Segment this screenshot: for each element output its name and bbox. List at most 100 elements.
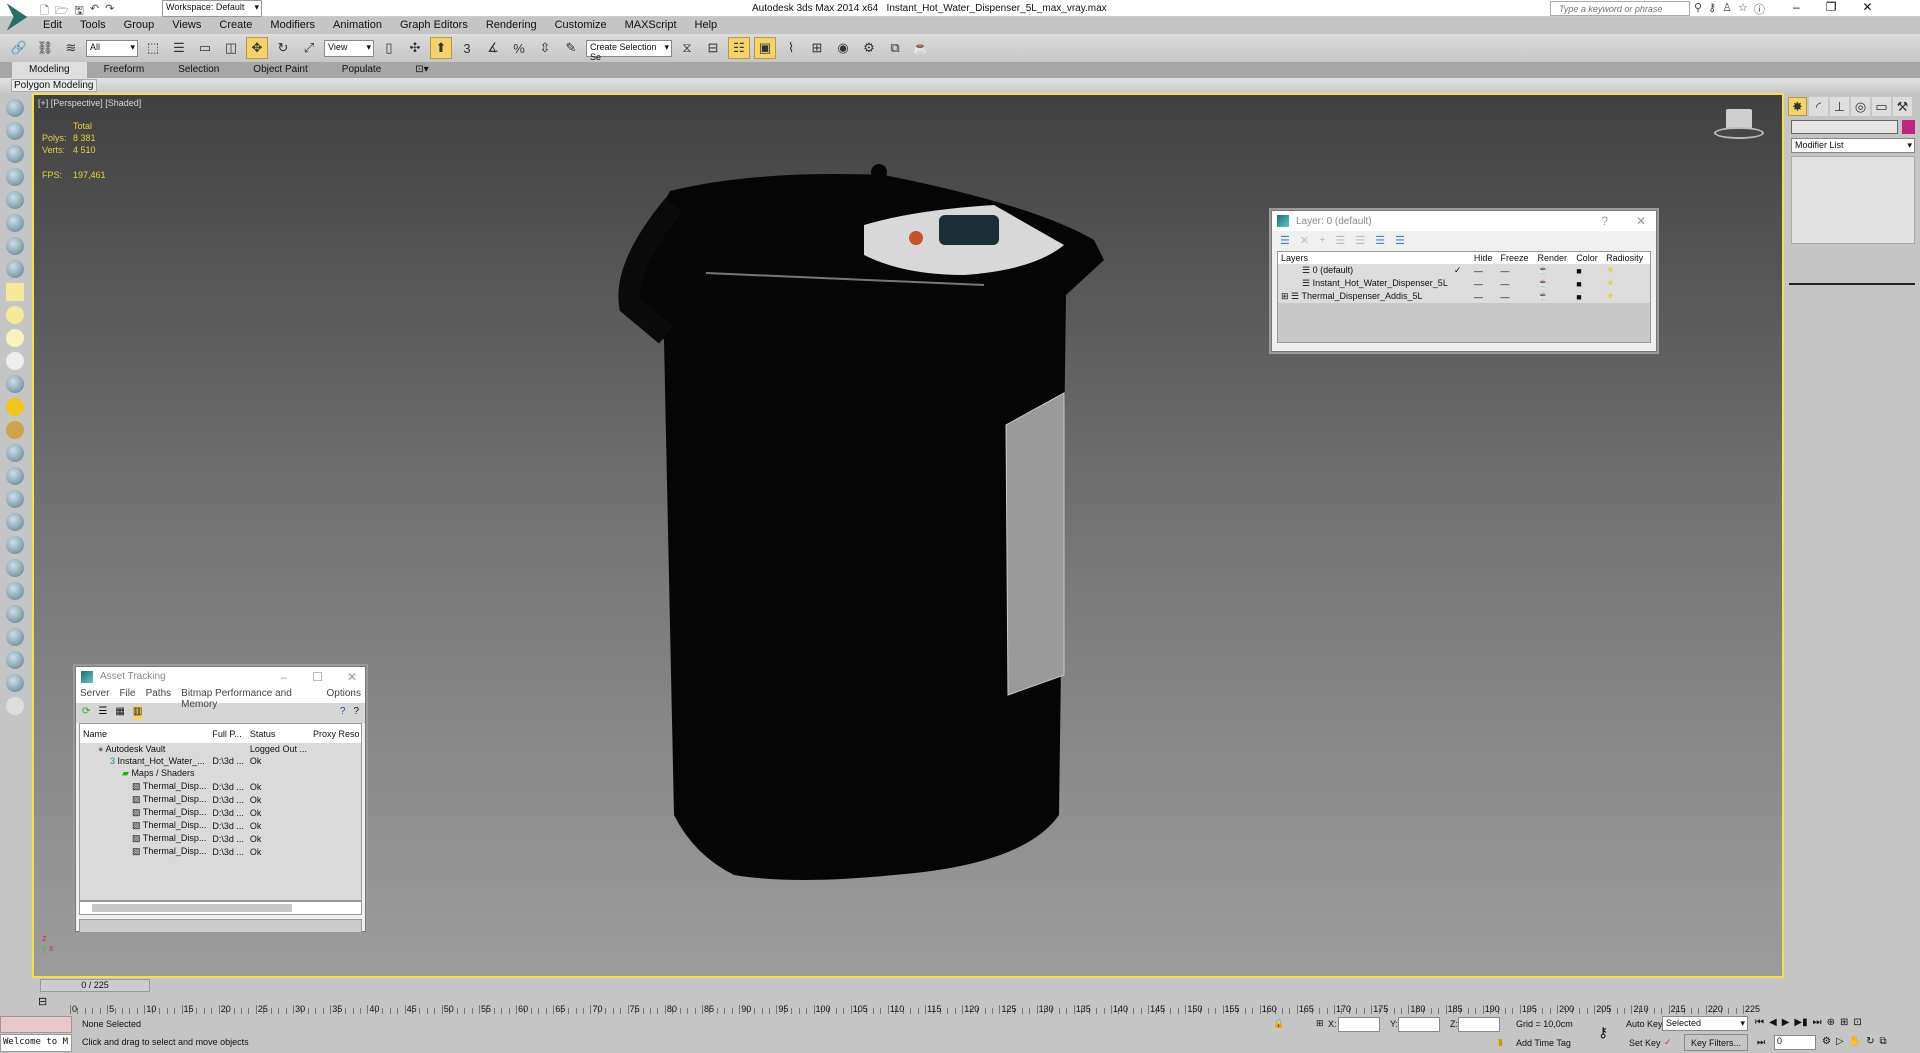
sphere-icon[interactable] (6, 306, 24, 324)
column-header[interactable]: Render (1535, 252, 1574, 264)
column-header[interactable]: Name (80, 724, 209, 743)
move-icon[interactable]: ✥ (246, 37, 268, 59)
menu-modifiers[interactable]: Modifiers (261, 17, 324, 34)
named-selection-set-dropdown[interactable]: Create Selection Se (586, 39, 672, 62)
layer-row[interactable]: ☰ Instant_Hot_Water_Dispenser_5L — — ☕ ■ ☀ (1278, 277, 1650, 290)
help-icon[interactable]: ? (353, 706, 359, 720)
rotate-icon[interactable]: ↻ (272, 37, 294, 59)
column-header[interactable] (1451, 252, 1471, 264)
hide-toggle[interactable]: — (1471, 277, 1498, 290)
object-color-swatch[interactable] (1902, 120, 1915, 134)
column-header[interactable]: Freeze (1498, 252, 1535, 264)
modifier-stack[interactable] (1791, 156, 1915, 244)
tool-icon[interactable] (6, 122, 24, 140)
tab-modeling[interactable]: Modeling (12, 62, 87, 78)
keyboard-shortcut-override-icon[interactable]: ⬆ (430, 37, 452, 59)
column-header[interactable]: Proxy Reso (310, 724, 361, 743)
object-name-field[interactable] (1791, 120, 1898, 134)
refresh-icon[interactable]: ⟳ (82, 706, 90, 720)
zoom-extents-icon[interactable]: ⊡ (1853, 1017, 1861, 1028)
tool-icon[interactable] (6, 467, 24, 485)
set-current-layer-icon[interactable]: ☰ (1355, 234, 1365, 248)
spinner-snap-icon[interactable]: ⇳ (534, 37, 556, 59)
asset-row[interactable]: ▧ Thermal_Disp... D:\3d ... Ok (80, 819, 361, 832)
material-editor-icon[interactable]: ◉ (832, 37, 854, 59)
minimize-button[interactable]: – (1793, 0, 1800, 14)
app-logo-icon[interactable] (6, 3, 28, 31)
tool-icon[interactable] (6, 674, 24, 692)
render-teapot-icon[interactable]: ☕ (1535, 264, 1574, 277)
set-key-icon[interactable]: ⚷ (1598, 1024, 1608, 1041)
hierarchy-tab-icon[interactable]: ⊥ (1830, 97, 1849, 116)
render-production-icon[interactable]: ☕ (910, 37, 932, 59)
edit-named-selection-icon[interactable]: ✎ (560, 37, 582, 59)
column-header[interactable]: Status (247, 724, 310, 743)
schematic-view-icon[interactable]: ⊞ (806, 37, 828, 59)
freeze-toggle[interactable]: — (1498, 277, 1535, 290)
key-mode-toggle-icon[interactable]: ⏭ (1757, 1037, 1765, 1048)
create-layer-icon[interactable]: ☰ (1280, 234, 1290, 248)
prev-frame-icon[interactable]: ◀ (1769, 1017, 1777, 1028)
menu-paths[interactable]: Paths (146, 688, 172, 701)
time-tag-icon[interactable]: ▮ (1498, 1037, 1503, 1048)
table-view-icon[interactable]: ▥ (132, 706, 143, 720)
layer-row[interactable]: ⊞ ☰ Thermal_Dispenser_Addis_5L — — ☕ ■ ☀ (1278, 290, 1650, 303)
tool-icon[interactable] (6, 605, 24, 623)
modify-tab-icon[interactable]: ◜ (1809, 97, 1828, 116)
key-filters-button[interactable]: Key Filters... (1684, 1034, 1748, 1051)
user-icon[interactable]: ♙ (1722, 1, 1732, 17)
select-by-name-icon[interactable]: ☰ (168, 37, 190, 59)
help-icon[interactable] (6, 697, 24, 715)
select-object-icon[interactable]: ⬚ (142, 37, 164, 59)
column-header[interactable]: Full P... (209, 724, 247, 743)
bind-space-warp-icon[interactable]: ≋ (60, 37, 82, 59)
vault-help-icon[interactable]: ? (340, 706, 346, 720)
radiosity-icon[interactable]: ☀ (1603, 277, 1650, 290)
menu-maxscript[interactable]: MAXScript (616, 17, 686, 34)
select-in-layer-icon[interactable]: ☰ (1336, 234, 1346, 248)
selection-filter-dropdown[interactable]: All (86, 39, 138, 57)
mini-curve-editor-icon[interactable]: ⊟ (38, 995, 47, 1008)
y-coordinate-field[interactable] (1398, 1017, 1440, 1032)
hide-toggle[interactable]: — (1471, 290, 1498, 303)
menu-bitmap-performance[interactable]: Bitmap Performance and Memory (181, 688, 316, 710)
key-mode-dropdown[interactable]: Selected (1662, 1016, 1748, 1031)
menu-tools[interactable]: Tools (71, 17, 115, 34)
favorites-star-icon[interactable]: ☆ (1738, 1, 1748, 17)
select-manipulate-icon[interactable]: ✣ (404, 37, 426, 59)
link-icon[interactable]: 🔗 (8, 37, 30, 59)
menu-options[interactable]: Options (327, 688, 361, 701)
reference-coordinate-dropdown[interactable]: View (324, 39, 374, 57)
light-icon[interactable] (6, 421, 24, 439)
menu-file[interactable]: File (119, 688, 135, 701)
column-header[interactable]: Layers (1278, 252, 1451, 264)
auto-key-button[interactable]: Auto Key (1626, 1019, 1663, 1029)
asset-row[interactable]: 3 Instant_Hot_Water_... D:\3d ... Ok (80, 755, 361, 767)
maximize-viewport-icon[interactable]: ⧉ (1880, 1036, 1887, 1047)
sphere-icon[interactable] (6, 329, 24, 347)
angle-snap-icon[interactable]: ∡ (482, 37, 504, 59)
tool-icon[interactable] (6, 536, 24, 554)
zoom-all-icon[interactable]: ⊞ (1840, 1017, 1848, 1028)
cone-icon[interactable] (6, 352, 24, 370)
rectangular-selection-icon[interactable]: ▭ (194, 37, 216, 59)
align-icon[interactable]: ⊟ (702, 37, 724, 59)
maxscript-listener-top[interactable] (0, 1016, 72, 1033)
search-input[interactable] (1550, 1, 1690, 16)
add-to-layer-icon[interactable]: + (1319, 234, 1325, 248)
column-header[interactable]: Radiosity (1603, 252, 1650, 264)
restore-button[interactable]: ❐ (1826, 0, 1837, 14)
menu-create[interactable]: Create (210, 17, 261, 34)
freeze-toggle[interactable]: — (1498, 290, 1535, 303)
play-icon[interactable]: ▶ (1782, 1017, 1790, 1028)
menu-views[interactable]: Views (163, 17, 210, 34)
menu-edit[interactable]: Edit (34, 17, 71, 34)
list-view-icon[interactable]: ☰ (98, 706, 107, 720)
asset-row[interactable]: ▰ Maps / Shaders (80, 767, 361, 780)
tab-populate[interactable]: Populate (325, 62, 398, 78)
render-setup-icon[interactable]: ⚙ (858, 37, 880, 59)
tool-icon[interactable] (6, 513, 24, 531)
tool-icon[interactable] (6, 559, 24, 577)
column-header[interactable]: Hide (1471, 252, 1498, 264)
box-icon[interactable] (6, 283, 24, 301)
